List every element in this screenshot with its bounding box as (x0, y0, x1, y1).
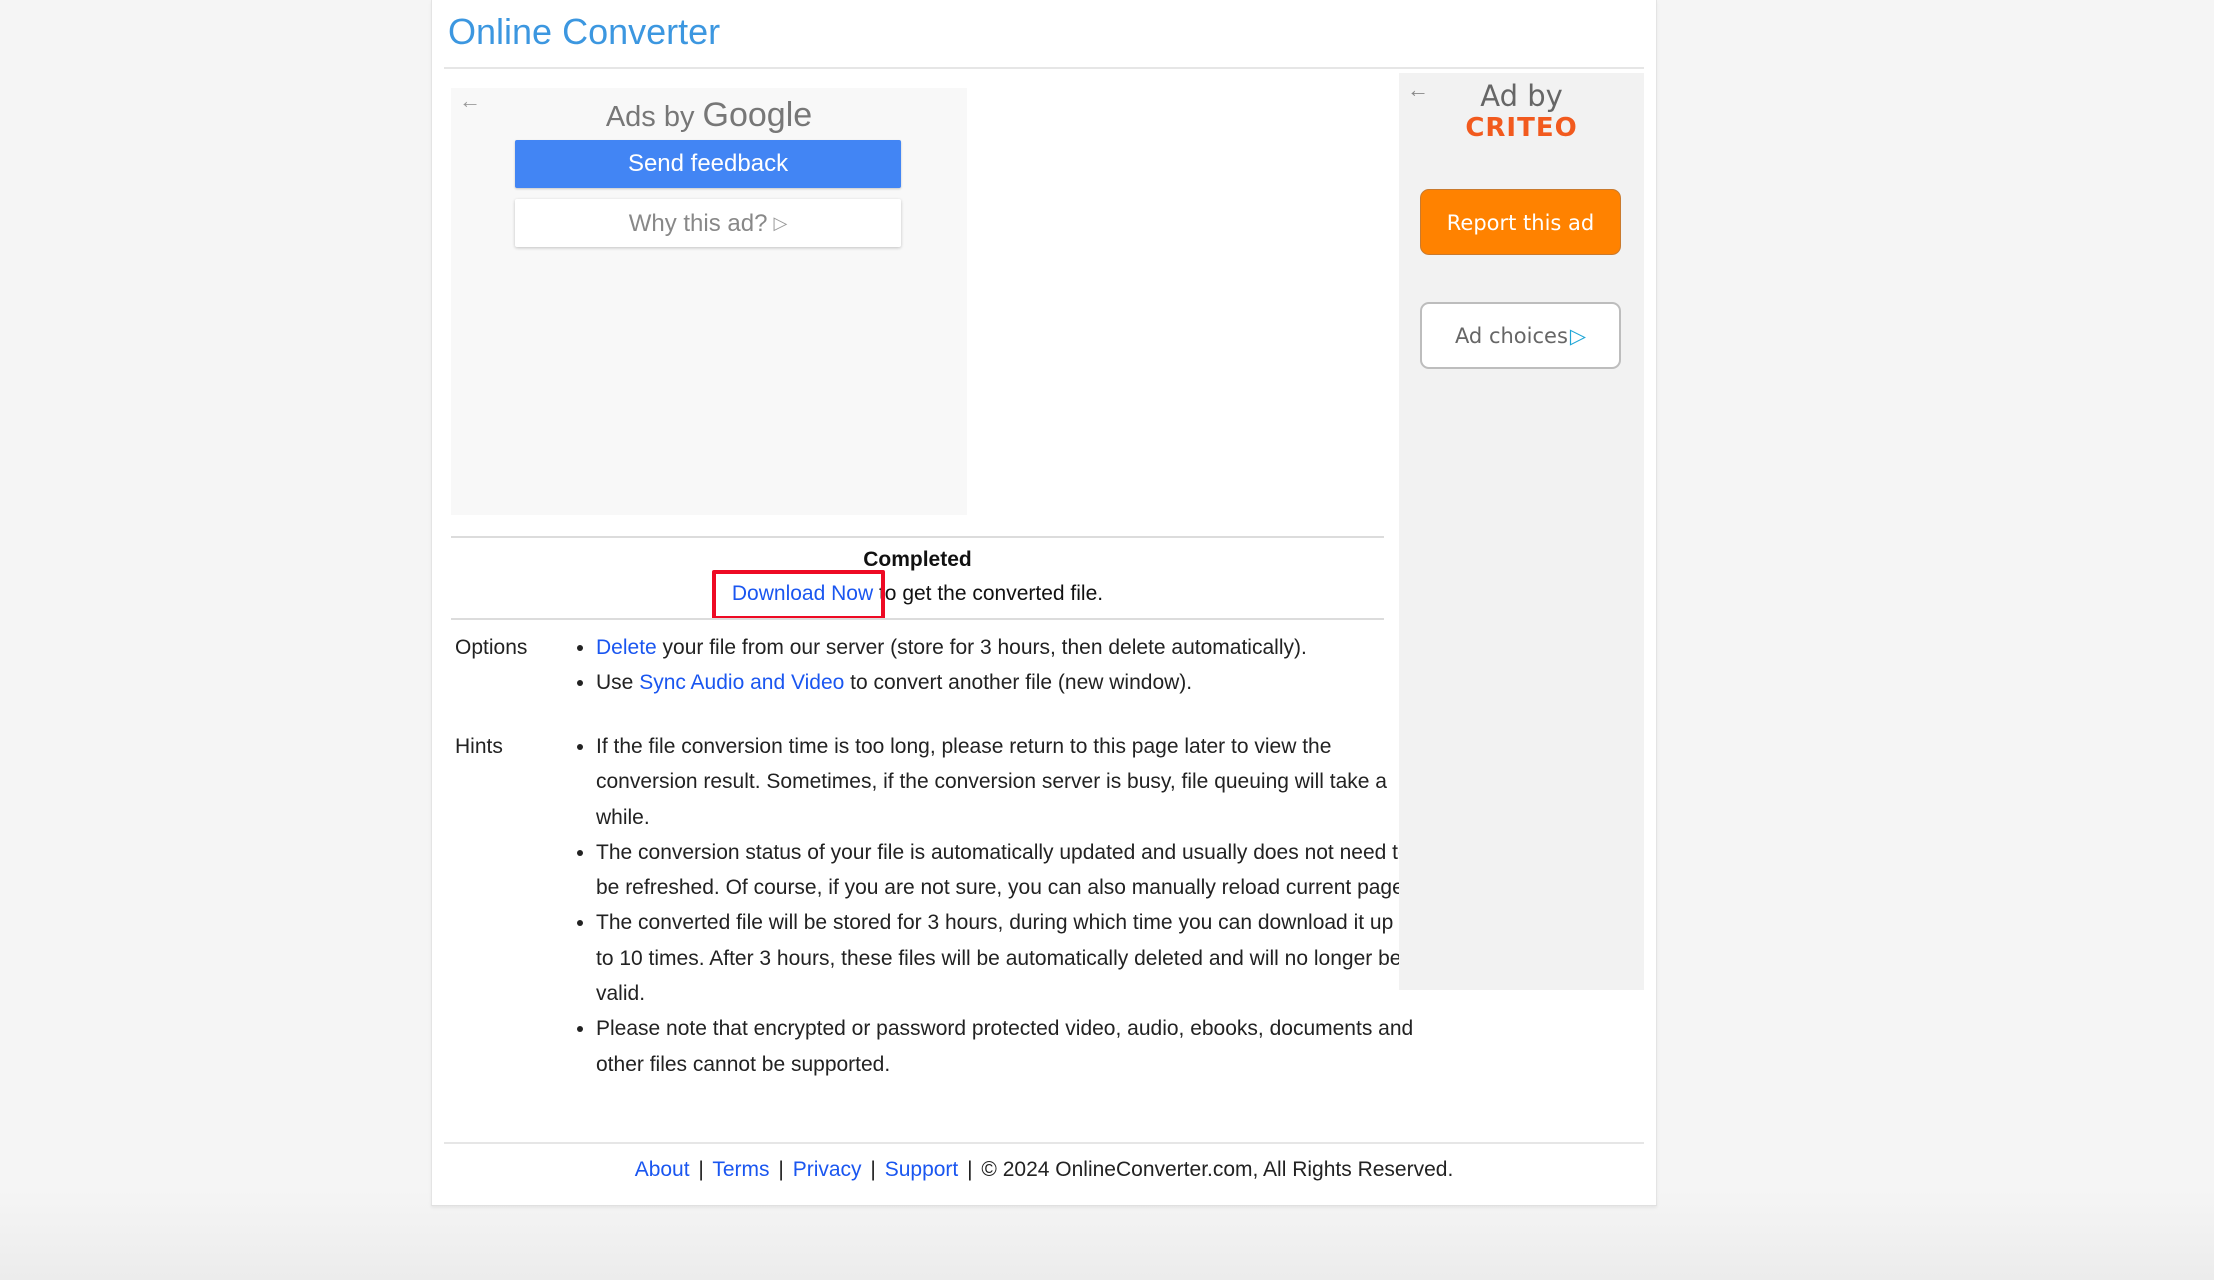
status-bottom-divider (451, 618, 1384, 620)
hint-item: Please note that encrypted or password p… (596, 1011, 1416, 1082)
footer-separator: | (967, 1158, 973, 1181)
hints-label: Hints (455, 735, 503, 758)
hint-item: If the file conversion time is too long,… (596, 729, 1416, 835)
footer-separator: | (778, 1158, 784, 1181)
option-text: Use (596, 671, 640, 695)
ad-choices-label: Ad choices (1454, 324, 1568, 348)
sync-audio-video-link[interactable]: Sync Audio and Video (639, 671, 844, 694)
options-item-sync: Use Sync Audio and Video to convert anot… (596, 665, 1416, 700)
footer-divider (444, 1142, 1644, 1144)
option-text: your file from our server (store for 3 h… (656, 636, 1307, 659)
page-container: Online Converter ← Ads by Google Send fe… (431, 0, 1657, 1206)
google-logo: Google (702, 96, 813, 134)
options-list: Delete your file from our server (store … (575, 630, 1416, 701)
criteo-logo: CRITEO (1465, 113, 1578, 143)
adchoices-icon: ▷ (1569, 324, 1587, 348)
footer-link-about[interactable]: About (635, 1158, 690, 1181)
options-item-delete: Delete your file from our server (store … (596, 630, 1416, 665)
status-top-divider (451, 536, 1384, 538)
criteo-ad-panel: ← Ad by CRITEO Report this ad Ad choices… (1399, 73, 1644, 990)
option-text: to convert another file (new window). (844, 671, 1193, 695)
footer-separator: | (698, 1158, 704, 1181)
status-title: Completed (863, 548, 972, 571)
ad-choices-button[interactable]: Ad choices▷ (1420, 302, 1621, 369)
hint-item: The conversion status of your file is au… (596, 835, 1416, 906)
status-message: Download Now to get the converted file. (451, 582, 1384, 606)
footer-link-privacy[interactable]: Privacy (793, 1158, 862, 1181)
copyright-text: © 2024 OnlineConverter.com, All Rights R… (981, 1158, 1454, 1181)
google-ad-panel: ← Ads by Google Send feedback Why this a… (451, 88, 967, 515)
site-title-link[interactable]: Online Converter (448, 10, 720, 54)
footer: About | Terms | Privacy | Support | © 20… (432, 1158, 1656, 1182)
why-this-ad-label: Why this ad? (628, 210, 768, 237)
download-suffix-text: to get the converted file. (878, 582, 1104, 605)
why-this-ad-button[interactable]: Why this ad? ▷ (515, 199, 901, 247)
hint-item: The converted file will be stored for 3 … (596, 905, 1416, 1011)
ad-by-label: Ad by (1480, 79, 1563, 113)
footer-separator: | (870, 1158, 876, 1181)
footer-link-support[interactable]: Support (885, 1158, 959, 1181)
ads-by-prefix: Ads by (605, 101, 695, 133)
send-feedback-button[interactable]: Send feedback (515, 140, 901, 188)
options-label: Options (455, 636, 528, 659)
download-now-link[interactable]: Download Now (732, 582, 873, 605)
hints-list: If the file conversion time is too long,… (575, 729, 1416, 1082)
footer-link-terms[interactable]: Terms (712, 1158, 769, 1181)
header-divider (444, 67, 1644, 69)
adchoices-play-icon: ▷ (773, 213, 788, 233)
report-this-ad-button[interactable]: Report this ad (1420, 189, 1621, 255)
ads-by-google-label: Ads by Google (451, 96, 967, 135)
delete-link[interactable]: Delete (596, 636, 657, 659)
